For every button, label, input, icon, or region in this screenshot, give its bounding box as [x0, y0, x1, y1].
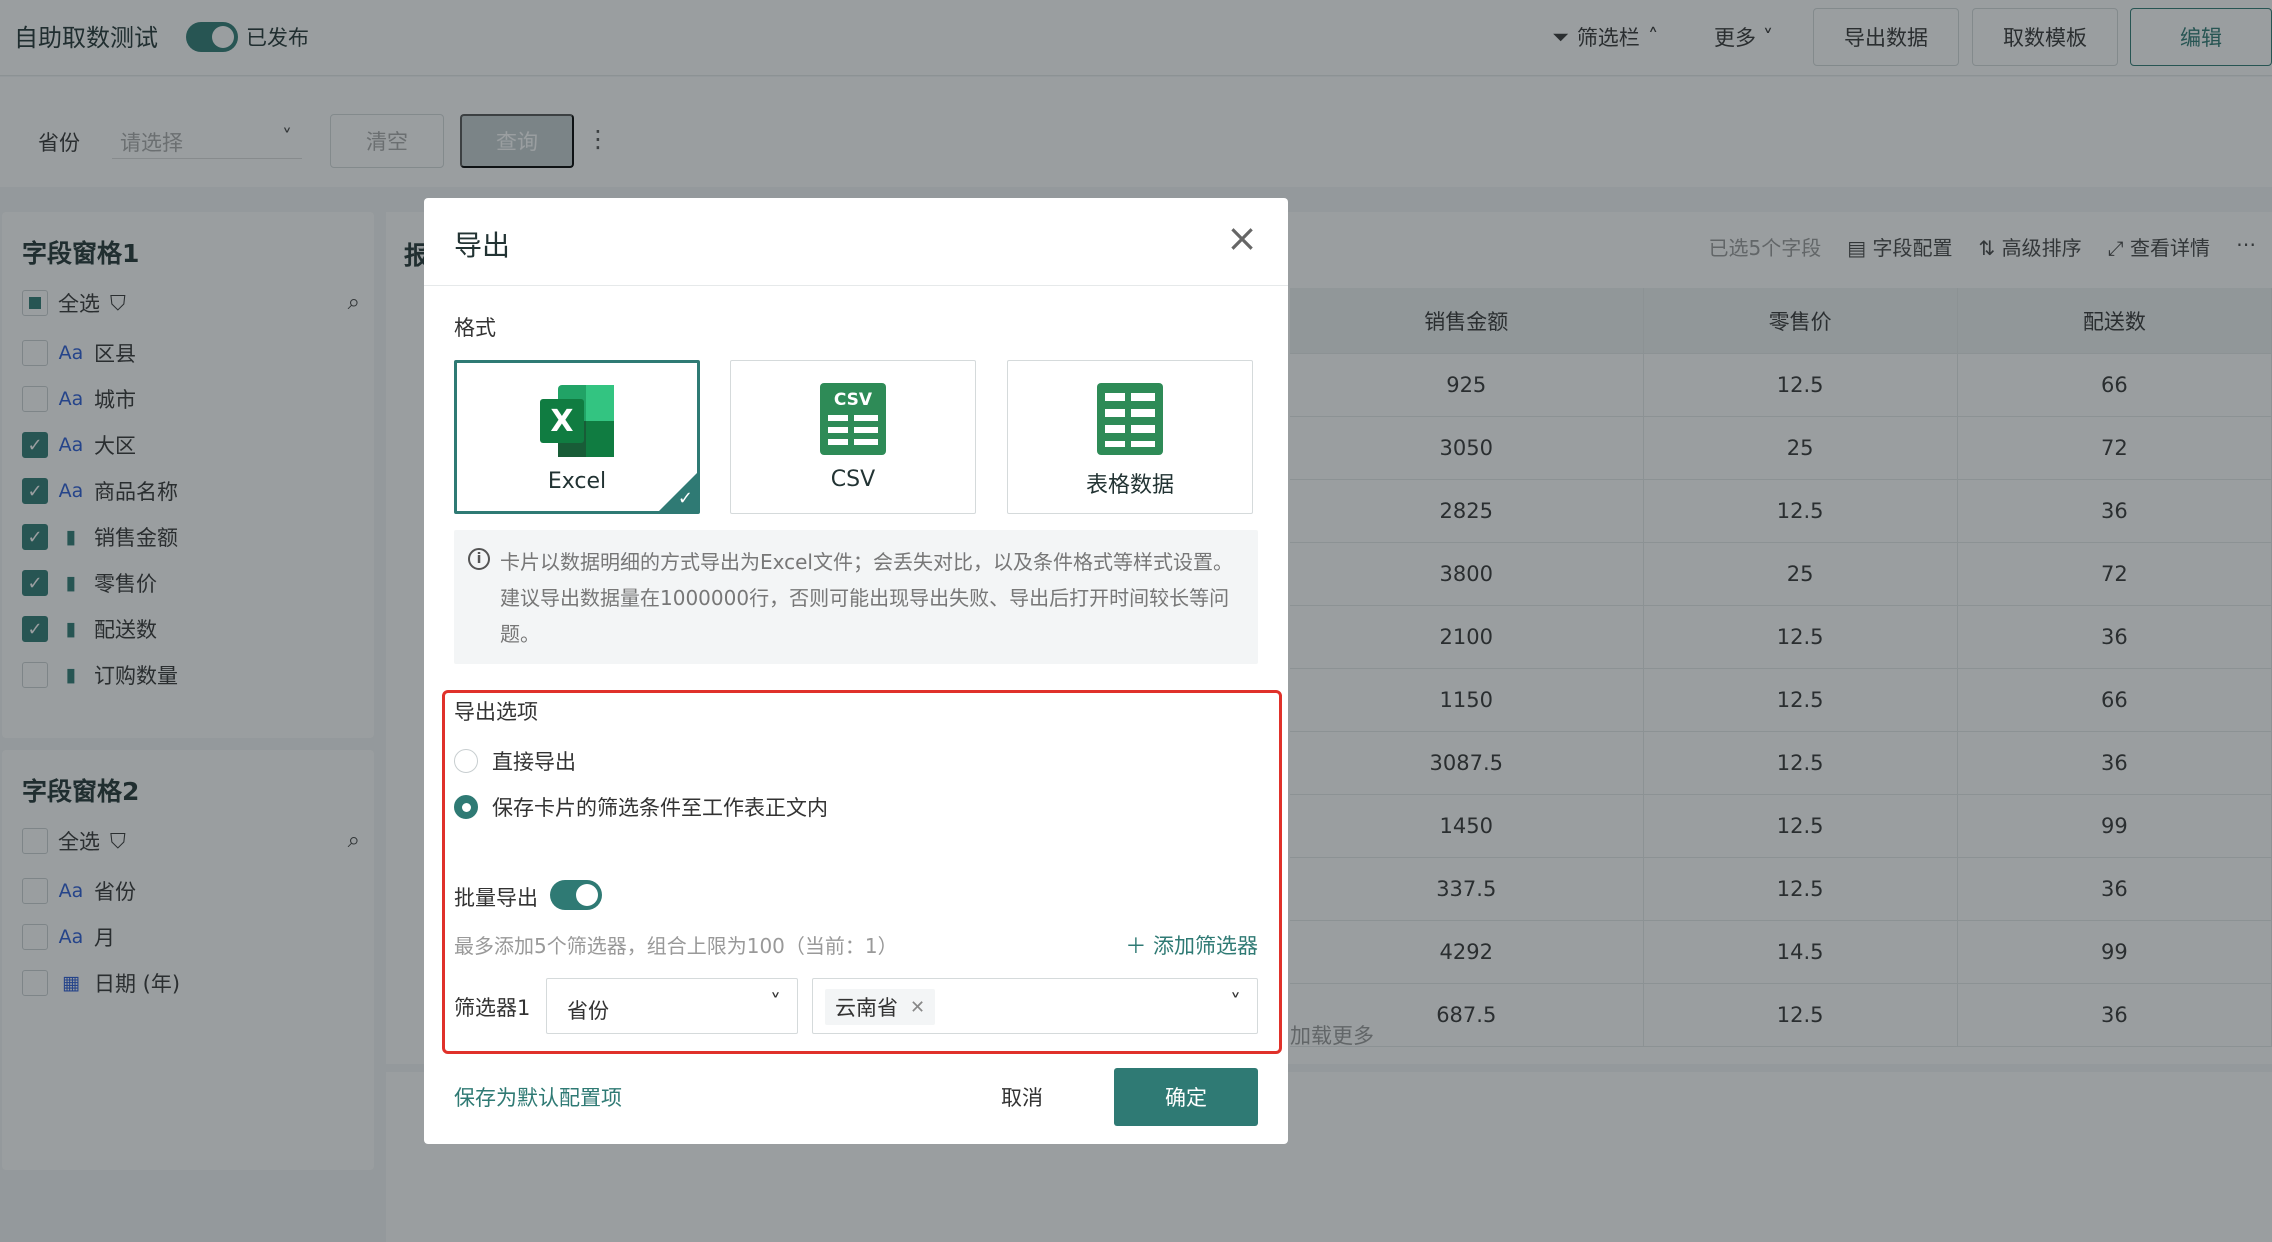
option-label: 保存卡片的筛选条件至工作表正文内 [492, 796, 828, 820]
format-table-data-card[interactable]: 表格数据 [1007, 360, 1253, 514]
plus-icon: ＋ [1125, 934, 1153, 958]
remove-tag-icon[interactable]: ✕ [910, 997, 925, 1018]
export-options-label: 导出选项 [454, 700, 538, 724]
format-label-csv: CSV [830, 467, 876, 492]
cancel-button[interactable]: 取消 [966, 1068, 1078, 1126]
add-filter-button[interactable]: ＋ 添加筛选器 [1125, 930, 1258, 960]
radio-button[interactable] [454, 749, 478, 773]
option-label: 直接导出 [492, 750, 576, 774]
chevron-down-icon: ˅ [770, 991, 781, 1016]
export-dialog: 导出 × 格式 X Excel ✓ CSV CSV 表格数据 i 卡片以数据明细… [424, 198, 1288, 1144]
filter1-label: 筛选器1 [454, 996, 531, 1020]
dialog-header: 导出 × [424, 198, 1288, 286]
csv-icon: CSV [820, 383, 886, 455]
value-tag: 云南省 ✕ [825, 989, 936, 1025]
option-save-filter[interactable]: 保存卡片的筛选条件至工作表正文内 [454, 792, 828, 822]
format-label-table-data: 表格数据 [1085, 473, 1174, 498]
batch-export-label: 批量导出 [454, 886, 538, 910]
save-as-default-link[interactable]: 保存为默认配置项 [454, 1082, 622, 1112]
batch-export-toggle[interactable] [550, 880, 602, 910]
format-csv-card[interactable]: CSV CSV [730, 360, 976, 514]
tag-label: 云南省 [835, 996, 898, 1020]
filter1-field-value: 省份 [567, 999, 609, 1023]
format-excel-card[interactable]: X Excel ✓ [454, 360, 700, 514]
check-icon: ✓ [677, 488, 693, 509]
dialog-title: 导出 [454, 229, 511, 262]
table-icon [1097, 383, 1163, 455]
confirm-button[interactable]: 确定 [1114, 1068, 1258, 1126]
chevron-down-icon: ˅ [1230, 991, 1241, 1016]
svg-text:CSV: CSV [834, 390, 873, 410]
filter1-values-select[interactable]: 云南省 ✕ ˅ [812, 978, 1258, 1034]
format-label: 格式 [454, 316, 496, 340]
radio-button[interactable] [454, 795, 478, 819]
close-icon[interactable]: × [1226, 216, 1258, 260]
option-direct-export[interactable]: 直接导出 [454, 746, 576, 776]
excel-icon: X [540, 385, 614, 457]
filter-limit-hint: 最多添加5个筛选器，组合上限为100（当前：1） [454, 934, 898, 958]
filter1-field-select[interactable]: 省份 ˅ [546, 978, 798, 1034]
info-box: i 卡片以数据明细的方式导出为Excel文件；会丢失对比，以及条件格式等样式设置… [454, 530, 1258, 664]
info-text: 卡片以数据明细的方式导出为Excel文件；会丢失对比，以及条件格式等样式设置。建… [500, 550, 1233, 646]
info-icon: i [468, 548, 490, 570]
svg-text:X: X [550, 404, 573, 439]
